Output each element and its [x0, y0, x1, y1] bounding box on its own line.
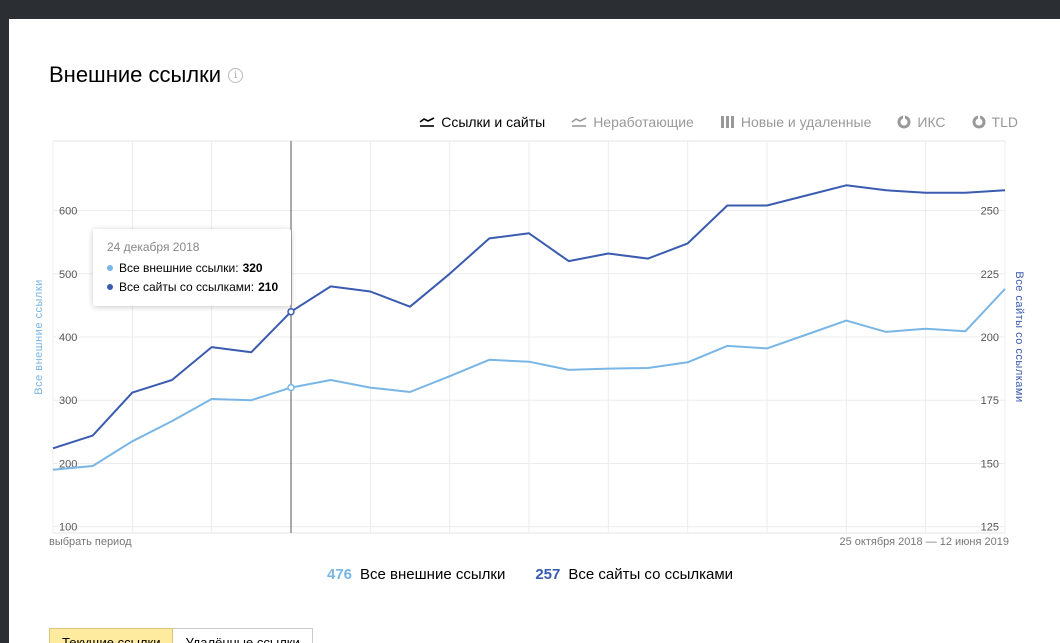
legend-value: 257: [535, 566, 561, 583]
y-tick-label-right: 125: [981, 522, 999, 534]
series-dot: [107, 284, 113, 290]
y-tick-label-left: 600: [59, 206, 77, 218]
legend-item-links[interactable]: 476 Все внешние ссылки: [327, 566, 505, 583]
links-chart: 100200300400500600125150175200225250Все …: [33, 140, 1025, 534]
y-axis-title-left: Все внешние ссылки: [33, 279, 45, 395]
y-tick-label-left: 400: [59, 332, 77, 344]
tooltip-label: Все сайты со ссылками:: [119, 280, 255, 294]
deleted-links-button[interactable]: Удалённые ссылки: [173, 628, 313, 643]
current-links-button[interactable]: Текущие ссылки: [49, 628, 174, 643]
y-tick-label-left: 500: [59, 269, 77, 281]
y-axis-title-right: Все сайты со ссылками: [1013, 271, 1025, 402]
legend-item-sites[interactable]: 257 Все сайты со ссылками: [535, 566, 733, 583]
y-tick-label-right: 250: [981, 206, 999, 218]
y-tick-label-left: 100: [59, 522, 77, 534]
links-filter-buttons: Текущие ссылки Удалённые ссылки: [49, 628, 313, 643]
highlight-point-links: [287, 383, 295, 392]
tooltip-date: 24 декабря 2018: [107, 240, 200, 254]
tooltip-value: 210: [258, 280, 279, 294]
y-tick-label-right: 200: [981, 332, 999, 344]
y-tick-label-right: 150: [981, 458, 999, 470]
legend-label: Все сайты со ссылками: [568, 566, 734, 583]
select-period-link[interactable]: выбрать период: [49, 536, 132, 548]
series-dot: [107, 265, 113, 271]
chart-area: 100 200 300 400 500 600 125 150 175 200 225 250 Все …: [9, 19, 1060, 643]
highlight-point-sites: [287, 307, 295, 316]
tooltip-row-sites: Все сайты со ссылками: 210: [107, 280, 278, 294]
legend-label: Все внешние ссылки: [360, 566, 506, 583]
y-tick-label-left: 300: [59, 395, 77, 407]
external-links-card: Внешние ссылки i Ссылки и сайты Неработа…: [9, 19, 1060, 643]
chart-legend: 476 Все внешние ссылки 257 Все сайты со сс…: [327, 566, 733, 583]
legend-value: 476: [327, 566, 353, 583]
y-tick-label-right: 225: [981, 269, 999, 281]
chart-tooltip: 24 декабря 2018 Все внешние ссылки: 320 …: [93, 229, 291, 306]
y-tick-label-right: 175: [981, 395, 999, 407]
tooltip-label: Все внешние ссылки:: [119, 261, 239, 275]
tooltip-value: 320: [242, 261, 263, 275]
tooltip-row-links: Все внешние ссылки: 320: [107, 261, 263, 275]
date-range: 25 октября 2018 — 12 июня 2019: [839, 536, 1009, 548]
